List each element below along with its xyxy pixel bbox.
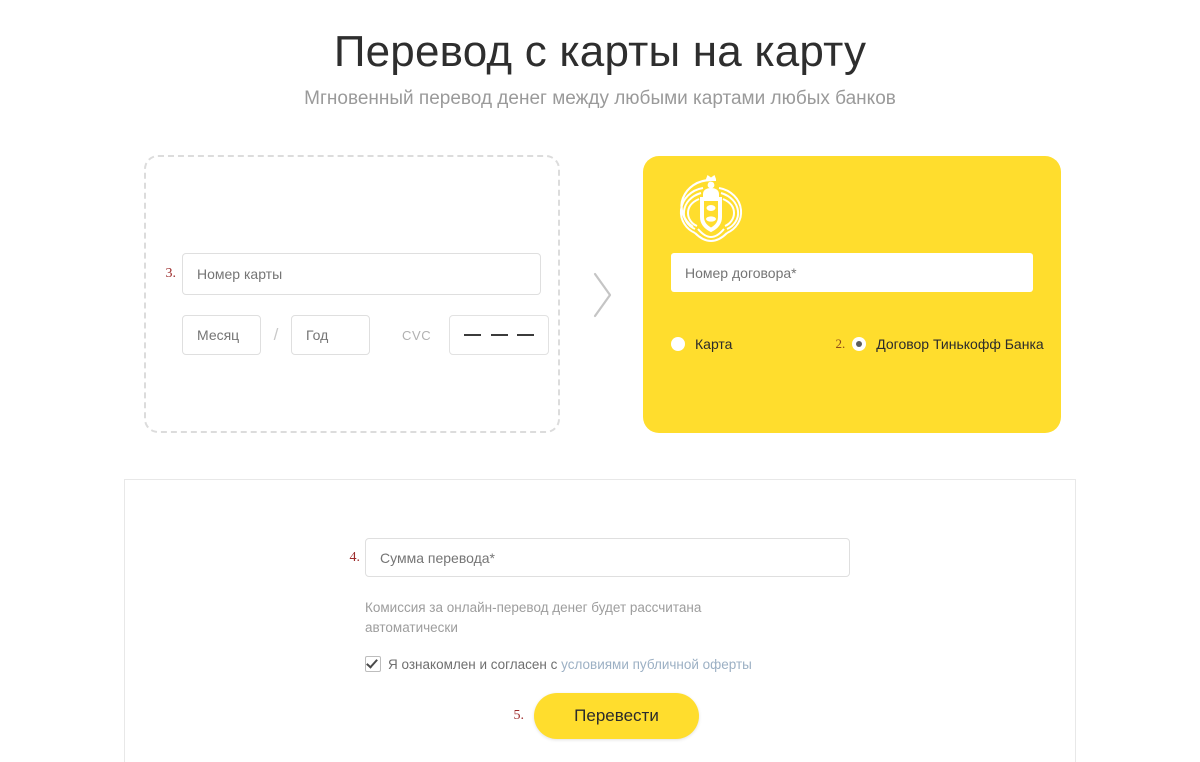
agreement-prefix: Я ознакомлен и согласен с [388, 656, 562, 672]
radio-option-contract[interactable]: 2. Договор Тинькофф Банка [835, 336, 1043, 352]
submit-row: 5. Перевести [502, 693, 699, 739]
radio-dot-icon[interactable] [852, 337, 867, 351]
expiry-row: / CVC [182, 315, 550, 355]
expiry-year-input[interactable] [291, 315, 370, 355]
radio-dot-icon[interactable] [671, 337, 685, 351]
source-card-panel: 3. / CVC [144, 155, 560, 433]
page-title: Перевод с карты на карту [333, 27, 867, 76]
cvc-label: CVC [402, 327, 432, 343]
card-number-row: 3. [152, 253, 541, 295]
radio-option-card[interactable]: Карта [671, 336, 732, 352]
public-offer-link[interactable]: условиями публичной оферты [561, 657, 752, 672]
step-marker-3: 3. [165, 266, 177, 281]
step-marker-5: 5. [513, 708, 525, 723]
transfer-submit-button[interactable]: Перевести [534, 693, 699, 739]
radio-label-card: Карта [695, 336, 733, 352]
step-marker-2: 2. [835, 336, 846, 351]
step-marker-4: 4. [349, 549, 361, 565]
agreement-text: Я ознакомлен и согласен с условиями публ… [388, 657, 752, 672]
agreement-row[interactable]: Я ознакомлен и согласен с условиями публ… [365, 656, 752, 672]
expiry-month-input[interactable] [182, 315, 261, 355]
transfer-details-panel: 4. Комиссия за онлайн-перевод денег буде… [124, 479, 1076, 762]
card-number-input[interactable] [182, 253, 541, 295]
destination-card-panel: Карта 2. Договор Тинькофф Банка [643, 156, 1061, 433]
page-subtitle: Мгновенный перевод денег между любыми ка… [304, 88, 896, 109]
cvc-input[interactable] [449, 315, 550, 355]
cvc-dash-icon [517, 334, 535, 336]
destination-type-radio-group: Карта 2. Договор Тинькофф Банка [671, 336, 1044, 352]
expiry-separator: / [273, 325, 279, 344]
chevron-right-icon [592, 270, 614, 320]
contract-number-input[interactable] [671, 253, 1033, 292]
commission-note: Комиссия за онлайн-перевод денег будет р… [365, 600, 702, 635]
tinkoff-crest-logo-icon [673, 172, 749, 248]
cvc-dash-icon [464, 334, 482, 336]
agreement-checkbox[interactable] [365, 656, 381, 672]
radio-label-contract: Договор Тинькофф Банка [876, 336, 1044, 352]
amount-input[interactable] [365, 538, 850, 577]
amount-row: 4. [338, 538, 850, 577]
cvc-dash-icon [490, 334, 508, 336]
